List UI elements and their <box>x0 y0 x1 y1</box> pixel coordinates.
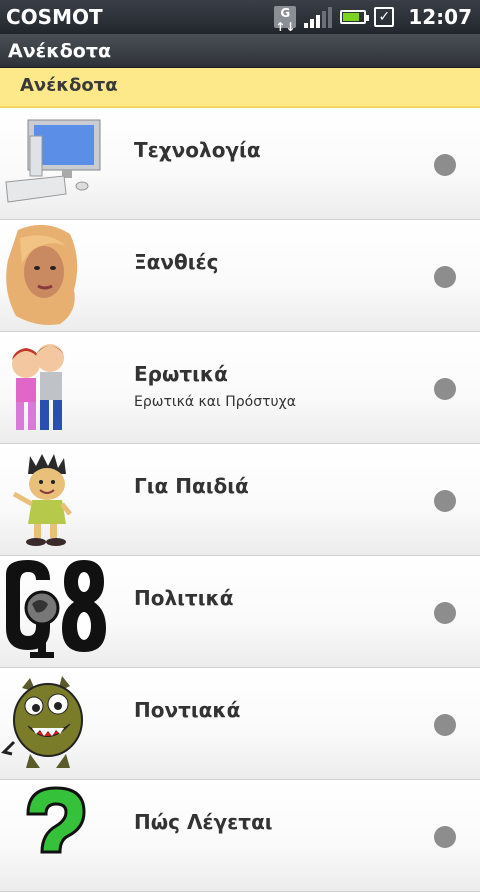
category-title: Ερωτικά <box>134 362 228 386</box>
list-item[interactable]: Για Παιδιά <box>0 444 480 556</box>
category-title: Πώς Λέγεται <box>134 810 273 834</box>
list-header: Ανέκδοτα <box>0 68 480 108</box>
child-icon <box>12 454 72 546</box>
list-item[interactable]: Ξανθιές <box>0 220 480 332</box>
status-bar: COSMOT G ↑↓ ✓ 12:07 <box>0 0 480 34</box>
indicator-dot[interactable] <box>434 490 456 512</box>
category-title: Ξανθιές <box>134 250 219 274</box>
category-title: Για Παιδιά <box>134 474 249 498</box>
indicator-dot[interactable] <box>434 826 456 848</box>
carrier-name: COSMOT <box>6 5 103 29</box>
indicator-dot[interactable] <box>434 602 456 624</box>
g-icon: G ↑↓ <box>274 6 297 34</box>
indicator-dot[interactable] <box>434 714 456 736</box>
list-item[interactable]: Τεχνολογία <box>0 108 480 220</box>
indicator-dot[interactable] <box>434 266 456 288</box>
blonde-woman-icon <box>6 224 78 325</box>
g8-icon <box>6 560 106 658</box>
signal-icon <box>304 6 333 28</box>
category-title: Τεχνολογία <box>134 138 261 162</box>
indicator-dot[interactable] <box>434 378 456 400</box>
status-icons: G ↑↓ ✓ 12:07 <box>274 4 472 34</box>
category-subtitle: Ερωτικά και Πρόστυχα <box>134 394 296 410</box>
battery-icon <box>340 10 370 24</box>
category-list: Τεχνολογία Ξανθιές Ερωτικά Ερωτικά και Π… <box>0 108 480 892</box>
category-title: Ποντιακά <box>134 698 241 722</box>
indicator-dot[interactable] <box>434 154 456 176</box>
couple-icon <box>12 344 64 430</box>
list-item[interactable]: Ερωτικά Ερωτικά και Πρόστυχα <box>0 332 480 444</box>
category-title: Πολιτικά <box>134 586 234 610</box>
question-mark-icon <box>26 786 86 854</box>
list-item[interactable]: Πώς Λέγεται <box>0 780 480 892</box>
checkbox-icon: ✓ <box>374 7 395 27</box>
computer-icon <box>5 119 101 203</box>
clock: 12:07 <box>408 5 472 29</box>
list-item[interactable]: Πολιτικά <box>0 556 480 668</box>
app-title-bar: Ανέκδοτα <box>0 34 480 68</box>
monster-icon <box>1 676 83 768</box>
list-item[interactable]: Ποντιακά <box>0 668 480 780</box>
